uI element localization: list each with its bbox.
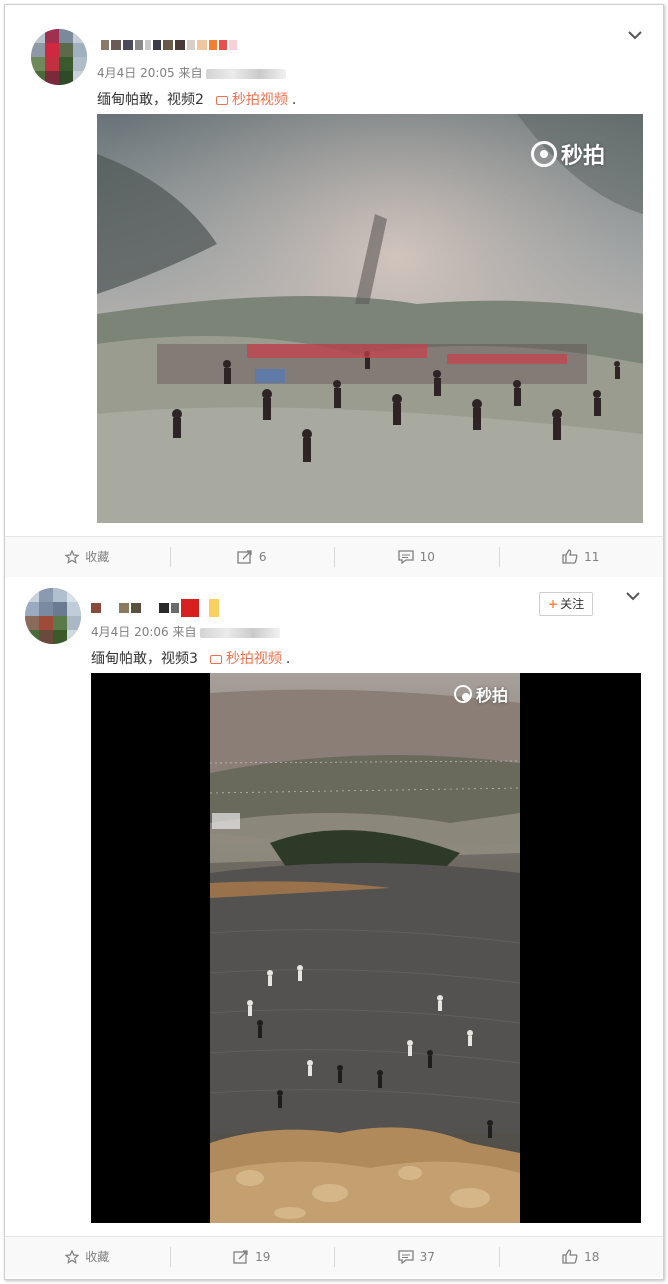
source-redacted xyxy=(200,627,281,638)
post-actions: 收藏 19 37 18 xyxy=(5,1236,663,1277)
star-icon xyxy=(64,549,80,564)
weibo-feed: 4月4日 20:05 来自 缅甸帕敢，视频2 秒拍视频. 秒拍 收藏 6 10 … xyxy=(4,4,664,1280)
username-redacted[interactable] xyxy=(91,599,219,617)
post-actions: 收藏 6 10 11 xyxy=(5,536,663,577)
repost-button[interactable]: 6 xyxy=(169,547,335,567)
repost-icon xyxy=(233,1250,248,1264)
video-icon xyxy=(209,655,222,664)
source-label: 来自 xyxy=(178,66,203,80)
post-body: 缅甸帕敢，视频2 xyxy=(97,92,204,108)
source-label: 来自 xyxy=(172,625,197,639)
favorite-button[interactable]: 收藏 xyxy=(5,547,170,567)
like-button[interactable]: 11 xyxy=(498,547,664,567)
post-1: 4月4日 20:05 来自 缅甸帕敢，视频2 秒拍视频. 秒拍 收藏 6 10 … xyxy=(5,5,663,580)
like-button[interactable]: 18 xyxy=(498,1247,664,1267)
post-text: 缅甸帕敢，视频2 秒拍视频. xyxy=(97,92,297,108)
video-icon xyxy=(215,96,228,105)
avatar[interactable] xyxy=(25,588,81,644)
post-time[interactable]: 4月4日 20:05 xyxy=(97,66,175,80)
post-meta: 4月4日 20:05 来自 xyxy=(97,64,287,81)
video-thumbnail[interactable]: 秒拍 xyxy=(91,673,641,1223)
thumbs-up-icon xyxy=(562,1249,578,1264)
video-thumbnail[interactable]: 秒拍 xyxy=(97,114,643,523)
avatar[interactable] xyxy=(31,29,87,85)
miaopai-logo-icon xyxy=(454,685,472,703)
username-redacted[interactable] xyxy=(101,39,237,51)
miaopai-watermark: 秒拍 xyxy=(454,682,508,706)
star-icon xyxy=(64,1249,80,1264)
comment-button[interactable]: 10 xyxy=(334,547,499,567)
post-text: 缅甸帕敢，视频3 秒拍视频. xyxy=(91,651,291,667)
chevron-down-icon[interactable] xyxy=(625,588,641,604)
comment-icon xyxy=(397,1250,414,1265)
plus-icon: + xyxy=(548,597,559,611)
miaopai-watermark: 秒拍 xyxy=(531,138,605,170)
post-2: + 关注 4月4日 20:06 来自 缅甸帕敢，视频3 秒拍视频. 秒拍 收藏 … xyxy=(5,580,663,1279)
post-meta: 4月4日 20:06 来自 xyxy=(91,623,281,640)
video-link[interactable]: 秒拍视频 xyxy=(215,92,288,108)
video-link[interactable]: 秒拍视频 xyxy=(209,651,282,667)
repost-icon xyxy=(237,550,252,564)
favorite-button[interactable]: 收藏 xyxy=(5,1247,170,1267)
comment-button[interactable]: 37 xyxy=(334,1247,499,1267)
chevron-down-icon[interactable] xyxy=(627,27,643,43)
comment-icon xyxy=(397,550,414,565)
post-body: 缅甸帕敢，视频3 xyxy=(91,651,198,667)
source-redacted xyxy=(206,68,287,79)
follow-button[interactable]: + 关注 xyxy=(539,592,594,616)
miaopai-logo-icon xyxy=(531,141,557,167)
post-time[interactable]: 4月4日 20:06 xyxy=(91,625,169,639)
repost-button[interactable]: 19 xyxy=(169,1247,335,1267)
thumbs-up-icon xyxy=(562,549,578,564)
